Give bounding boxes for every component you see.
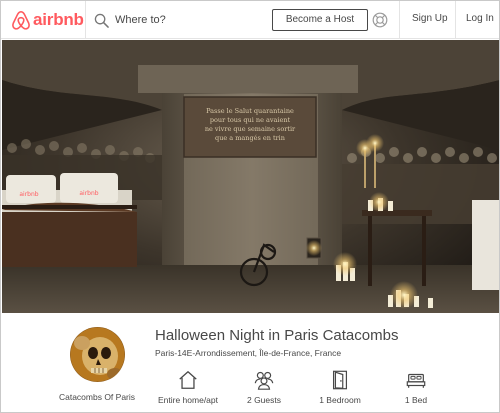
plaque-line: ne vivre que semaine sortir [205,125,296,133]
amenity-label: 1 Bedroom [319,395,361,405]
host-avatar[interactable] [70,327,125,382]
amenity-bedrooms: 1 Bedroom [300,369,380,405]
app-window: airbnb Where to? Become a Host Sign Up L… [0,0,500,413]
skull-avatar-icon [70,327,125,382]
brand-name: airbnb [33,10,84,29]
divider [399,1,400,39]
top-nav: airbnb Where to? Become a Host Sign Up L… [1,1,499,39]
airbnb-logo[interactable]: airbnb [11,9,84,31]
search-placeholder: Where to? [115,14,166,26]
amenity-beds: 1 Bed [376,369,456,405]
listing-title: Halloween Night in Paris Catacombs [155,327,399,344]
plaque-line: pour tous qui ne avaient [210,116,291,124]
amenity-guests: 2 Guests [224,369,304,405]
guests-icon [254,371,274,390]
signup-link[interactable]: Sign Up [412,13,448,24]
divider [85,1,86,39]
amenity-label: 1 Bed [404,395,428,405]
svg-text:airbnb: airbnb [19,191,38,198]
svg-text:airbnb: airbnb [79,190,98,197]
catacomb-scene: Passe le Salut quarantaine pour tous qui… [2,40,499,313]
search-icon [94,13,109,28]
become-host-button[interactable]: Become a Host [272,9,368,31]
amenity-label: 2 Guests [246,395,282,405]
plaque-line: Passe le Salut quarantaine [206,107,294,115]
listing-summary: Catacombs Of Paris Halloween Night in Pa… [2,313,499,412]
plaque-line: que a mangés en trin [215,134,285,142]
amenity-label: Entire home/apt [157,395,218,405]
airbnb-logo-icon [12,10,30,30]
amenity-room-type: Entire home/apt [148,369,228,405]
search-field[interactable]: Where to? [94,10,264,30]
divider [455,1,456,39]
help-circle-icon[interactable] [372,12,388,28]
host-name[interactable]: Catacombs Of Paris [42,392,152,402]
listing-location[interactable]: Paris-14E-Arrondissement, Île-de-France,… [155,348,341,358]
login-link[interactable]: Log In [466,13,494,24]
bed-icon [406,373,426,388]
listing-photo[interactable]: Passe le Salut quarantaine pour tous qui… [2,40,499,313]
door-icon [332,370,348,390]
home-icon [179,371,197,389]
